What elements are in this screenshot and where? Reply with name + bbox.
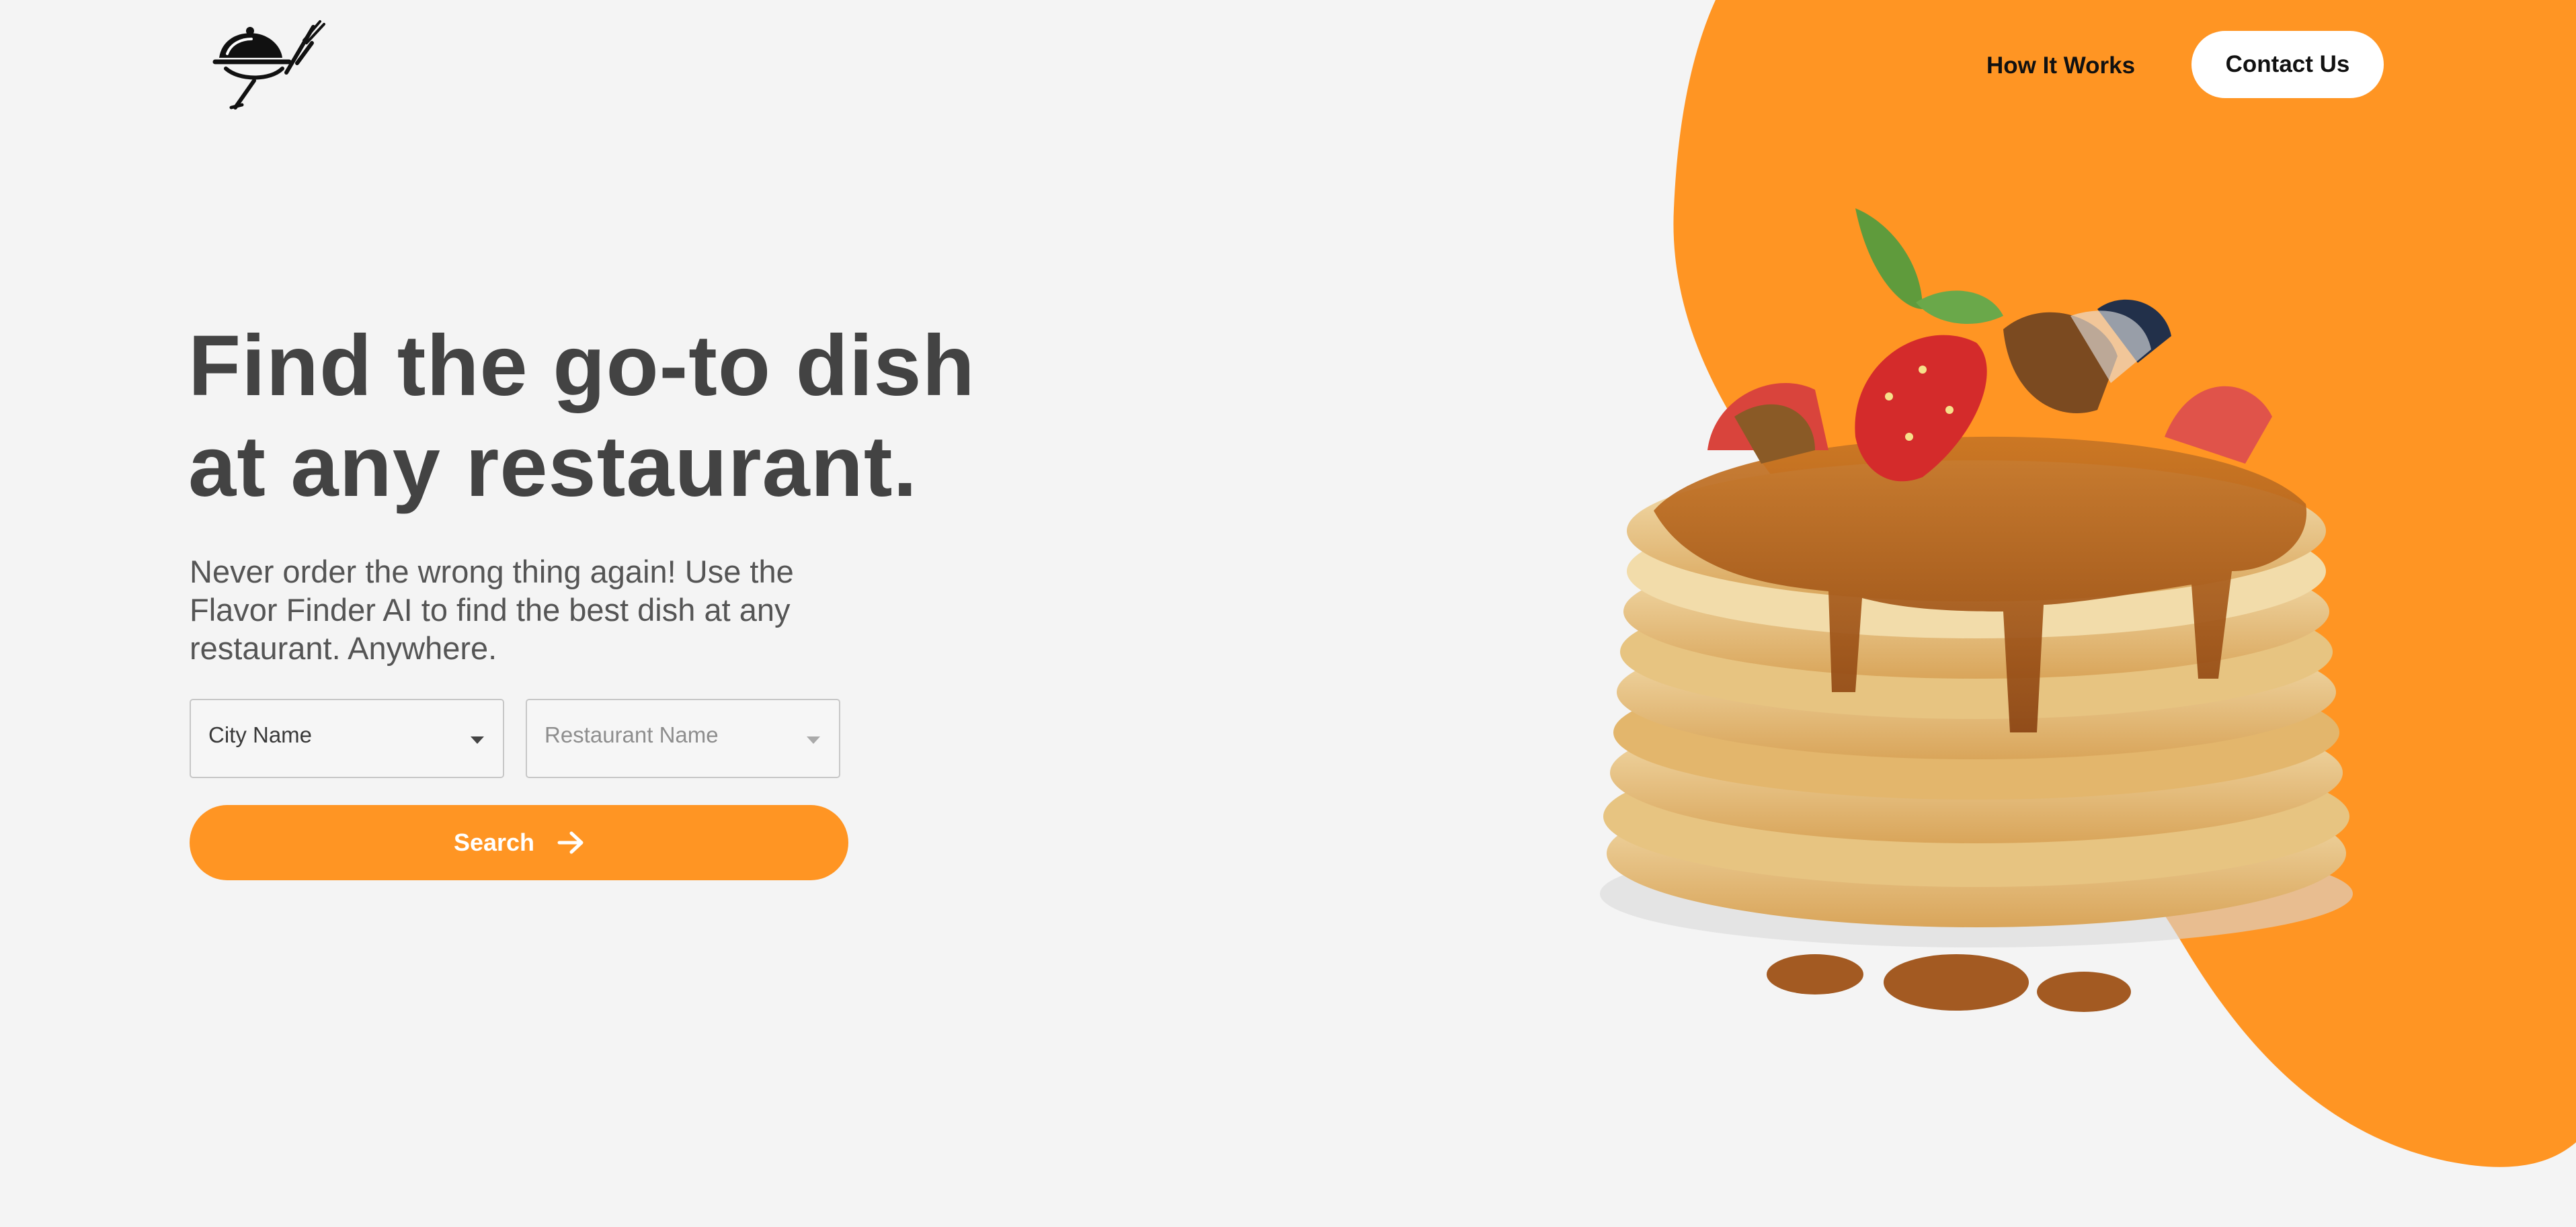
city-select[interactable]: City Name [190,699,504,778]
contact-us-button[interactable]: Contact Us [2191,31,2384,98]
pancakes-image [1600,208,2353,1012]
hero-title: Find the go-to dish at any restaurant. [188,316,995,517]
city-select-placeholder: City Name [208,722,313,747]
nav-how-it-works[interactable]: How It Works [1986,50,2161,82]
arrow-right-icon [557,831,583,854]
hero-subtitle: Never order the wrong thing again! Use t… [190,554,794,666]
chevron-down-icon [471,736,484,744]
restaurant-select-placeholder: Restaurant Name [545,722,719,747]
search-button-label: Search [453,829,535,856]
hero-title-line-1: Find the go-to dish [188,318,975,414]
logo-cloche-icon[interactable] [212,19,328,112]
search-button[interactable]: Search [190,805,848,880]
restaurant-select[interactable]: Restaurant Name [526,699,840,778]
chevron-down-icon [807,736,820,744]
hero-title-line-2: at any restaurant. [188,419,918,515]
